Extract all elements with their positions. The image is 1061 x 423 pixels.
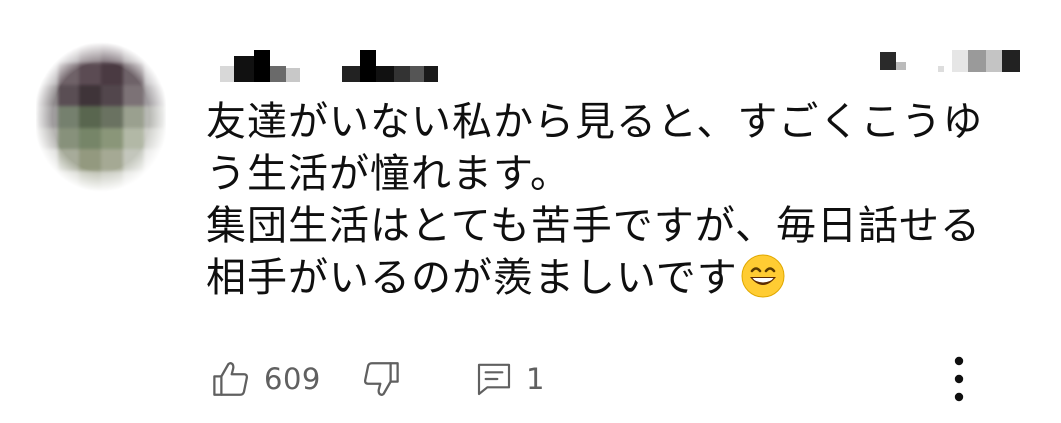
reply-button[interactable]: 1 — [474, 355, 545, 403]
comment-line: 友達がいない私から見ると、すごくこうゆ — [206, 99, 984, 145]
comment-text: 友達がいない私から見ると、すごくこうゆ う生活が憧れます。 集団生活はとても苦手… — [206, 96, 1026, 304]
thumbs-up-icon — [213, 362, 248, 396]
more-vertical-icon — [954, 356, 964, 402]
comment-line: う生活が憧れます。 — [206, 151, 571, 197]
comment-action-bar: 609 1 — [210, 355, 1010, 403]
like-count: 609 — [264, 362, 321, 396]
timestamp-redacted[interactable] — [878, 48, 1028, 78]
like-button[interactable]: 609 — [210, 355, 321, 403]
comment-line: 相手がいるのが羨ましいです — [206, 252, 1026, 304]
comment-icon — [477, 363, 511, 396]
grinning-emoji-icon — [741, 254, 785, 298]
more-options-button[interactable] — [944, 355, 974, 403]
thumbs-down-icon — [364, 362, 399, 396]
comment-line-text: 相手がいるのが羨ましいです — [206, 255, 738, 301]
dislike-button[interactable] — [360, 355, 402, 403]
comment-line: 集団生活はとても苦手ですが、毎日話せる — [206, 203, 981, 249]
author-name-redacted[interactable] — [218, 46, 458, 86]
avatar[interactable] — [36, 42, 166, 192]
reply-count: 1 — [526, 362, 545, 396]
